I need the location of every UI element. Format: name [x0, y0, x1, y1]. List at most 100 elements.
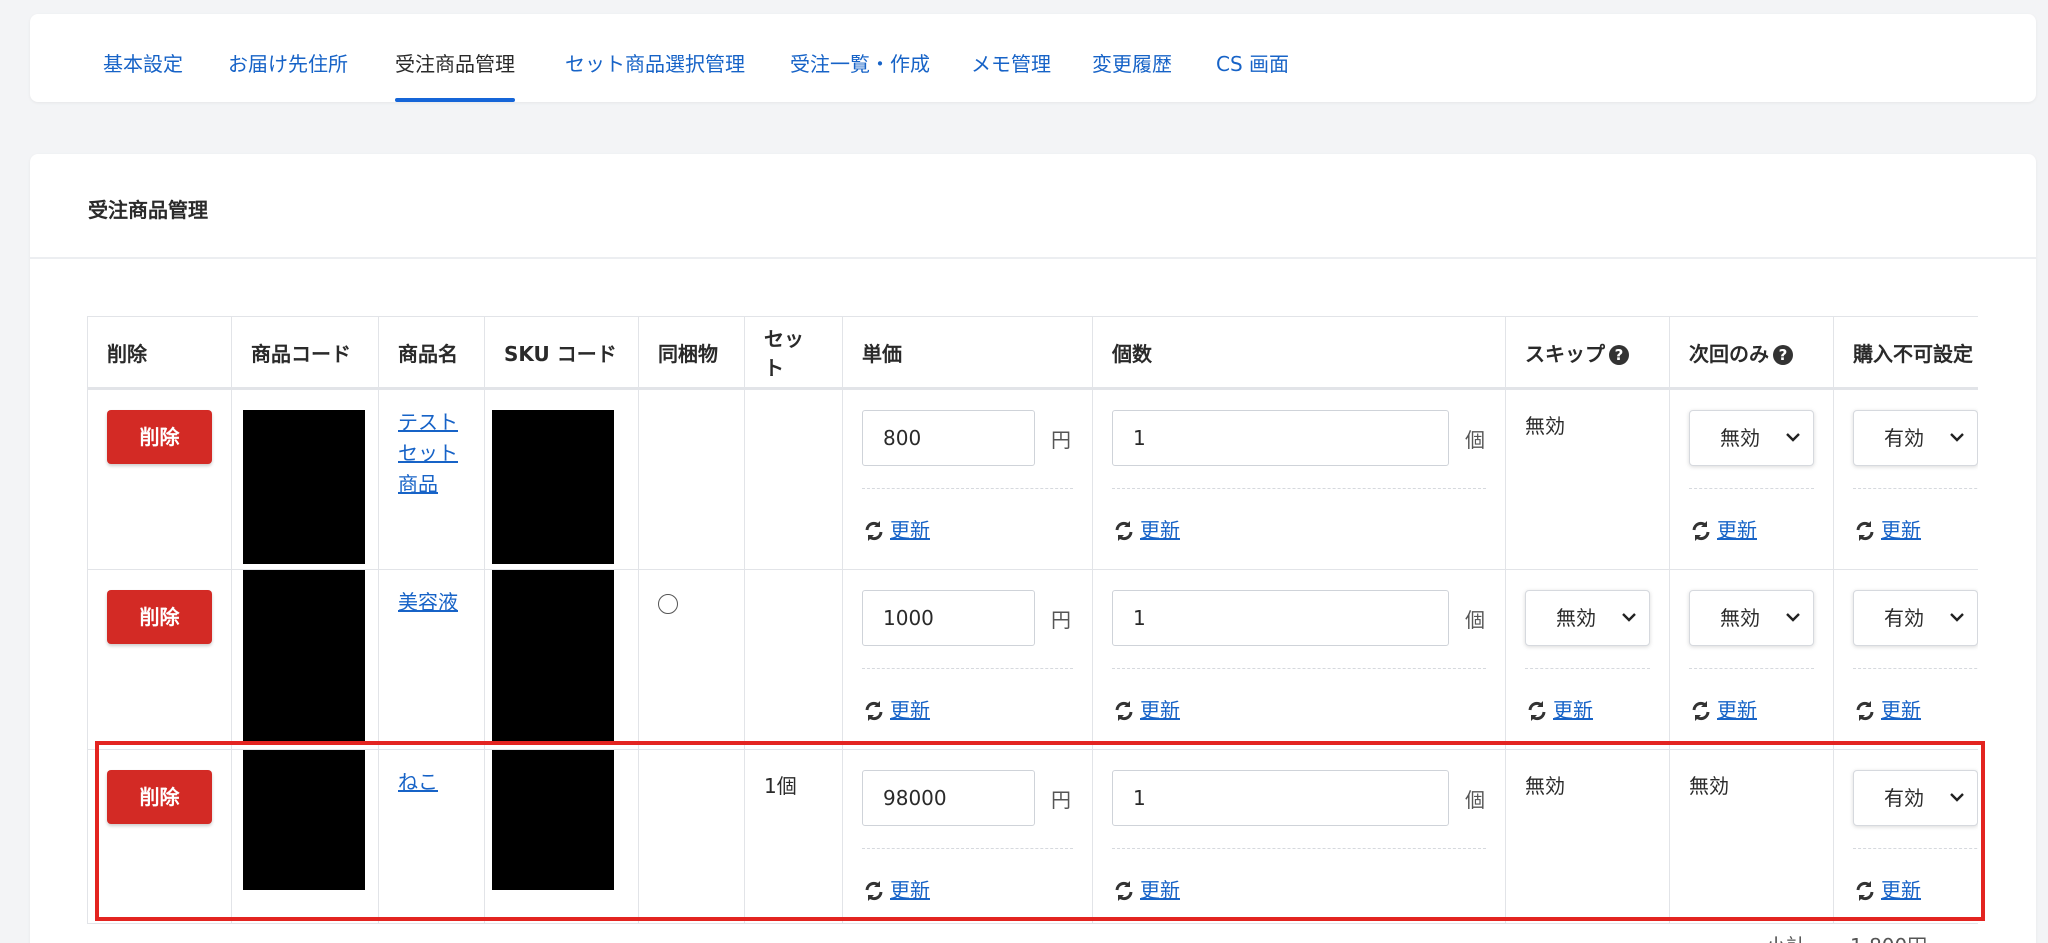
update-label[interactable]: 更新	[890, 695, 930, 726]
next-only-value: 無効	[1669, 749, 1834, 924]
divider	[1853, 488, 1978, 489]
update-qty-link[interactable]: 更新	[1112, 515, 1486, 546]
product-name-link[interactable]: ねこ	[398, 767, 465, 798]
skip-value: 無効	[1505, 749, 1670, 924]
col-next-label: 次回のみ	[1689, 341, 1769, 366]
refresh-icon	[1115, 880, 1133, 901]
refresh-icon	[1856, 880, 1874, 901]
col-bundle: 同梱物	[638, 316, 745, 389]
chevron-down-icon	[1950, 613, 1964, 622]
tab-order-list[interactable]: 受注一覧・作成	[790, 48, 930, 102]
select-value: 無効	[1720, 426, 1760, 450]
unit-price-input[interactable]: 98000	[862, 770, 1035, 826]
update-label[interactable]: 更新	[890, 515, 930, 546]
refresh-icon	[865, 520, 883, 541]
unit-price-input[interactable]: 1000	[862, 590, 1035, 646]
update-label[interactable]: 更新	[1881, 695, 1921, 726]
skip-select[interactable]: 無効	[1525, 590, 1650, 646]
update-qty-link[interactable]: 更新	[1112, 875, 1486, 906]
table-header-row: 削除 商品コード 商品名 SKU コード 同梱物 セット 単価 個数 スキップ?…	[87, 316, 1978, 389]
col-skip-label: スキップ	[1525, 341, 1605, 366]
chevron-down-icon	[1786, 433, 1800, 442]
update-skip-link[interactable]: 更新	[1525, 695, 1650, 726]
qty-unit: 個	[1465, 787, 1485, 812]
chevron-down-icon	[1622, 613, 1636, 622]
bundle-cell	[638, 749, 745, 924]
bundle-circle-icon	[658, 594, 678, 614]
update-label[interactable]: 更新	[1140, 695, 1180, 726]
divider	[1853, 848, 1978, 849]
chevron-down-icon	[1950, 433, 1964, 442]
tab-memo[interactable]: メモ管理	[971, 48, 1051, 102]
chevron-down-icon	[1950, 793, 1964, 802]
update-label[interactable]: 更新	[1717, 695, 1757, 726]
divider	[1112, 488, 1486, 489]
col-sku-code: SKU コード	[484, 316, 639, 389]
delete-button[interactable]: 削除	[107, 770, 212, 824]
divider	[1112, 848, 1486, 849]
divider	[1689, 668, 1814, 669]
quantity-input[interactable]: 1	[1112, 770, 1449, 826]
divider	[862, 488, 1073, 489]
product-name-link[interactable]: テスト セット 商品	[398, 407, 465, 500]
tab-delivery-address[interactable]: お届け先住所	[228, 48, 348, 102]
update-label[interactable]: 更新	[1140, 875, 1180, 906]
order-products-table: 削除 商品コード 商品名 SKU コード 同梱物 セット 単価 個数 スキップ?…	[87, 316, 1978, 924]
update-label[interactable]: 更新	[1881, 875, 1921, 906]
set-count	[744, 388, 843, 570]
divider	[862, 668, 1073, 669]
set-count: 1個	[744, 749, 843, 924]
refresh-icon	[1692, 700, 1710, 721]
tab-set-products[interactable]: セット商品選択管理	[565, 48, 745, 102]
redacted-sku-code	[492, 410, 614, 564]
product-name-link[interactable]: 美容液	[398, 587, 465, 618]
help-icon[interactable]: ?	[1609, 344, 1629, 365]
update-price-link[interactable]: 更新	[862, 875, 1073, 906]
refresh-icon	[1115, 700, 1133, 721]
next-only-select[interactable]: 無効	[1689, 410, 1814, 466]
tab-cs-screen[interactable]: CS 画面	[1216, 48, 1289, 102]
update-block-link[interactable]: 更新	[1853, 695, 1978, 726]
divider	[1112, 668, 1486, 669]
delete-button[interactable]: 削除	[107, 590, 212, 644]
update-label[interactable]: 更新	[1881, 515, 1921, 546]
quantity-input[interactable]: 1	[1112, 590, 1449, 646]
update-label[interactable]: 更新	[1553, 695, 1593, 726]
delete-button[interactable]: 削除	[107, 410, 212, 464]
col-product-code: 商品コード	[231, 316, 379, 389]
select-value: 有効	[1884, 426, 1924, 450]
update-block-link[interactable]: 更新	[1853, 875, 1978, 906]
tab-history[interactable]: 変更履歴	[1092, 48, 1172, 102]
skip-value: 無効	[1505, 388, 1670, 570]
tab-basic-settings[interactable]: 基本設定	[103, 48, 183, 102]
refresh-icon	[1692, 520, 1710, 541]
update-label[interactable]: 更新	[1140, 515, 1180, 546]
col-block-purchase: 購入不可設定	[1833, 316, 1978, 389]
block-purchase-select[interactable]: 有効	[1853, 410, 1978, 466]
block-purchase-select[interactable]: 有効	[1853, 770, 1978, 826]
update-price-link[interactable]: 更新	[862, 695, 1073, 726]
unit-price-input[interactable]: 800	[862, 410, 1035, 466]
refresh-icon	[1528, 700, 1546, 721]
update-next-link[interactable]: 更新	[1689, 695, 1814, 726]
next-only-select[interactable]: 無効	[1689, 590, 1814, 646]
update-next-link[interactable]: 更新	[1689, 515, 1814, 546]
quantity-input[interactable]: 1	[1112, 410, 1449, 466]
col-quantity: 個数	[1092, 316, 1506, 389]
yen-unit: 円	[1051, 787, 1071, 812]
table-row: 削除 美容液 1000 円 更新 1個 更新 無効 更新 無効 更新 有効 更新	[87, 569, 1978, 750]
divider	[1525, 668, 1650, 669]
help-icon[interactable]: ?	[1773, 344, 1793, 365]
block-purchase-select[interactable]: 有効	[1853, 590, 1978, 646]
update-price-link[interactable]: 更新	[862, 515, 1073, 546]
update-qty-link[interactable]: 更新	[1112, 695, 1486, 726]
update-label[interactable]: 更新	[1717, 515, 1757, 546]
table-row: 削除 テスト セット 商品 800 円 更新 1個 更新 無効 無効 更新 有効…	[87, 388, 1978, 570]
update-block-link[interactable]: 更新	[1853, 515, 1978, 546]
yen-unit: 円	[1051, 607, 1071, 632]
col-skip: スキップ?	[1505, 316, 1670, 389]
tab-order-products[interactable]: 受注商品管理	[395, 48, 515, 102]
redacted-sku-code	[492, 750, 614, 890]
update-label[interactable]: 更新	[890, 875, 930, 906]
table-scroll-area[interactable]: 削除 商品コード 商品名 SKU コード 同梱物 セット 単価 個数 スキップ?…	[87, 316, 1978, 943]
